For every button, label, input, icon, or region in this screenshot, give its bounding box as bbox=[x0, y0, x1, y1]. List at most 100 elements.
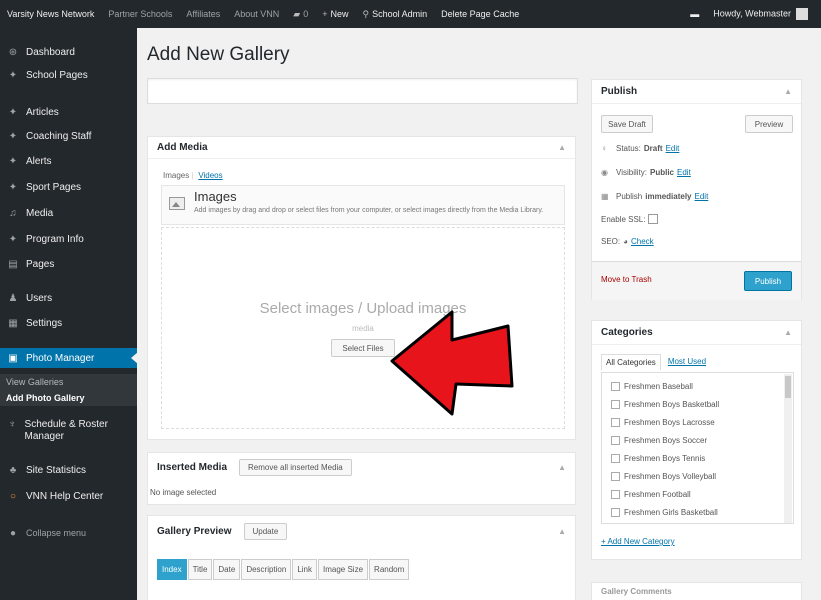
category-checkbox[interactable] bbox=[611, 400, 620, 409]
seo-check-link[interactable]: Check bbox=[631, 237, 654, 246]
menu-articles[interactable]: ✦ Articles bbox=[0, 102, 137, 122]
category-item[interactable]: Freshmen Girls Basketball bbox=[611, 508, 718, 517]
menu-school-pages[interactable]: ✦ School Pages bbox=[0, 65, 137, 85]
site-name-link[interactable]: Varsity News Network bbox=[0, 9, 101, 19]
visibility-label: Visibility: bbox=[616, 168, 647, 177]
menu-settings[interactable]: ▦ Settings bbox=[0, 313, 137, 333]
delete-cache-link[interactable]: Delete Page Cache bbox=[434, 9, 526, 19]
save-draft-button[interactable]: Save Draft bbox=[601, 115, 653, 133]
about-vnn-link[interactable]: About VNN bbox=[227, 9, 286, 19]
menu-alerts[interactable]: ✦ Alerts bbox=[0, 151, 137, 171]
add-new-category-link[interactable]: + Add New Category bbox=[601, 537, 675, 546]
sort-tab-link[interactable]: Link bbox=[292, 559, 318, 580]
edit-schedule-link[interactable]: Edit bbox=[695, 192, 709, 201]
category-item[interactable]: Freshmen Boys Lacrosse bbox=[611, 418, 715, 427]
collapse-arrow-icon[interactable]: ▲ bbox=[558, 143, 566, 152]
comments-link[interactable]: ▰ 0 bbox=[286, 9, 315, 20]
category-item[interactable]: Freshmen Boys Volleyball bbox=[611, 472, 716, 481]
menu-label: Photo Manager bbox=[26, 352, 95, 364]
gallery-comments-header[interactable]: Gallery Comments bbox=[592, 583, 801, 600]
tab-most-used[interactable]: Most Used bbox=[663, 354, 711, 370]
howdy-link[interactable]: Howdy, Webmaster bbox=[706, 8, 815, 20]
category-checkbox[interactable] bbox=[611, 436, 620, 445]
menu-help-center[interactable]: ○ VNN Help Center bbox=[0, 486, 137, 506]
preview-button[interactable]: Preview bbox=[745, 115, 793, 133]
menu-label: Schedule & Roster Manager bbox=[24, 419, 108, 442]
enable-ssl-checkbox[interactable] bbox=[648, 214, 659, 224]
photo-manager-submenu: View Galleries Add Photo Gallery bbox=[0, 374, 137, 406]
menu-photo-manager[interactable]: ▣ Photo Manager bbox=[0, 348, 138, 368]
sort-tab-description[interactable]: Description bbox=[241, 559, 292, 580]
add-media-title: Add Media bbox=[157, 142, 208, 153]
edit-status-link[interactable]: Edit bbox=[666, 144, 680, 153]
menu-sport-pages[interactable]: ✦ Sport Pages bbox=[0, 177, 137, 197]
publish-label: Publish bbox=[616, 192, 643, 201]
update-button[interactable]: Update bbox=[243, 522, 288, 540]
category-checkbox[interactable] bbox=[611, 490, 620, 499]
collapse-arrow-icon[interactable]: ▲ bbox=[784, 87, 792, 96]
category-item[interactable]: Freshmen Boys Tennis bbox=[611, 454, 705, 463]
category-label: Freshmen Girls Basketball bbox=[624, 508, 718, 517]
menu-users[interactable]: ♟ Users bbox=[0, 288, 137, 308]
tab-all-categories[interactable]: All Categories bbox=[601, 354, 661, 370]
category-scrollbar[interactable] bbox=[784, 374, 792, 523]
menu-coaching-staff[interactable]: ✦ Coaching Staff bbox=[0, 126, 137, 146]
category-label: Freshmen Boys Basketball bbox=[624, 400, 720, 409]
category-item[interactable]: Freshmen Baseball bbox=[611, 382, 693, 391]
partner-schools-link[interactable]: Partner Schools bbox=[101, 9, 179, 19]
edit-visibility-link[interactable]: Edit bbox=[677, 168, 691, 177]
category-checkbox[interactable] bbox=[611, 472, 620, 481]
tab-images[interactable]: Images bbox=[161, 171, 191, 180]
sort-tab-date[interactable]: Date bbox=[213, 559, 241, 580]
menu-pages[interactable]: ▤ Pages bbox=[0, 254, 137, 274]
publish-header[interactable]: Publish ▲ bbox=[592, 80, 801, 104]
menu-site-statistics[interactable]: ♣ Site Statistics bbox=[0, 460, 137, 480]
school-admin-link[interactable]: ⚲ School Admin bbox=[356, 9, 435, 20]
sort-tab-index[interactable]: Index bbox=[157, 559, 187, 580]
category-checkbox[interactable] bbox=[611, 382, 620, 391]
image-icon bbox=[169, 197, 185, 210]
menu-schedule-roster[interactable]: ♆ Schedule & Roster Manager bbox=[0, 419, 137, 451]
sort-tab-random[interactable]: Random bbox=[369, 559, 410, 580]
categories-header[interactable]: Categories ▲ bbox=[592, 321, 801, 345]
sort-tab-image-size[interactable]: Image Size bbox=[318, 559, 369, 580]
category-checkbox[interactable] bbox=[611, 454, 620, 463]
inserted-media-header[interactable]: Inserted Media Remove all inserted Media ▲ bbox=[148, 453, 575, 481]
gallery-preview-header[interactable]: Gallery Preview Update ▲ bbox=[148, 516, 575, 546]
collapse-arrow-icon[interactable]: ▲ bbox=[558, 527, 566, 536]
calendar-icon: ▦ bbox=[601, 192, 609, 201]
category-label: Freshmen Boys Lacrosse bbox=[624, 418, 715, 427]
add-media-header[interactable]: Add Media ▲ bbox=[148, 137, 575, 159]
collapse-menu-button[interactable]: ● Collapse menu bbox=[0, 523, 137, 543]
new-content-link[interactable]: + New bbox=[315, 9, 355, 19]
gallery-title-input[interactable] bbox=[147, 78, 578, 104]
category-item[interactable]: Freshmen Boys Soccer bbox=[611, 436, 707, 445]
categories-title: Categories bbox=[601, 327, 653, 338]
admin-bar-right: ▬ Howdy, Webmaster bbox=[683, 8, 821, 20]
menu-program-info[interactable]: ✦ Program Info bbox=[0, 229, 137, 249]
category-checkbox[interactable] bbox=[611, 418, 620, 427]
remove-all-media-button[interactable]: Remove all inserted Media bbox=[239, 458, 352, 476]
submenu-view-galleries[interactable]: View Galleries bbox=[0, 374, 137, 390]
menu-dashboard[interactable]: ⊛ Dashboard bbox=[0, 42, 137, 62]
category-checklist: Freshmen Baseball Freshmen Boys Basketba… bbox=[601, 372, 794, 524]
collapse-arrow-icon[interactable]: ▲ bbox=[558, 463, 566, 472]
publish-button[interactable]: Publish bbox=[744, 271, 792, 291]
scrollbar-thumb[interactable] bbox=[785, 376, 791, 398]
photo-manager-icon: ▣ bbox=[8, 352, 18, 364]
category-checkbox[interactable] bbox=[611, 508, 620, 517]
affiliates-link[interactable]: Affiliates bbox=[179, 9, 227, 19]
category-label: Freshmen Baseball bbox=[624, 382, 693, 391]
menu-media[interactable]: ♫ Media bbox=[0, 203, 137, 223]
category-item[interactable]: Freshmen Football bbox=[611, 490, 691, 499]
category-item[interactable]: Freshmen Boys Basketball bbox=[611, 400, 719, 409]
submenu-add-photo-gallery[interactable]: Add Photo Gallery bbox=[0, 390, 137, 406]
screen-icon[interactable]: ▬ bbox=[683, 9, 706, 19]
pin-icon: ♀ bbox=[601, 144, 607, 153]
sort-tab-title[interactable]: Title bbox=[187, 559, 213, 580]
move-to-trash-link[interactable]: Move to Trash bbox=[601, 275, 652, 284]
schedule-row: ▦ Publish immediately Edit bbox=[601, 192, 708, 201]
collapse-arrow-icon[interactable]: ▲ bbox=[784, 328, 792, 337]
tab-videos[interactable]: Videos bbox=[196, 171, 224, 180]
pin-icon: ✦ bbox=[8, 181, 18, 193]
